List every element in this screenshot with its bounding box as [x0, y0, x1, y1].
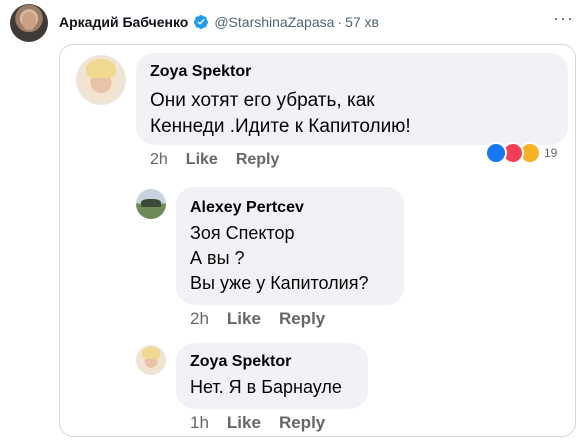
reaction-count: 19: [544, 146, 558, 160]
tweet-media-image[interactable]: Zoya Spektor Они хотят его убрать, как К…: [59, 44, 576, 437]
reaction-summary[interactable]: 19: [485, 142, 557, 164]
commenter-avatar: [76, 55, 126, 105]
author-avatar[interactable]: [10, 4, 48, 42]
comment-actions: 2h Like Reply: [150, 151, 279, 169]
like-link[interactable]: Like: [227, 413, 261, 433]
tweet-timestamp[interactable]: 57 хв: [345, 14, 379, 30]
author-handle[interactable]: @StarshinaZapasa: [214, 14, 334, 30]
comment-age: 2h: [190, 309, 209, 328]
comment-text-line: Кеннеди .Идите к Капитолию!: [150, 116, 411, 137]
comment-actions: 2h Like Reply: [190, 309, 325, 329]
comment-text-line: Они хотят его убрать, как: [150, 90, 375, 111]
more-dots-icon[interactable]: ···: [553, 9, 573, 30]
comment-text-line: А вы ?: [190, 248, 245, 268]
comment-text-line: Нет. Я в Барнауле: [190, 377, 342, 397]
comment-age: 2h: [150, 151, 168, 168]
commenter-avatar: [136, 345, 166, 375]
separator-dot: ·: [337, 14, 343, 30]
comment-text-line: Зоя Спектор: [190, 223, 295, 243]
like-link[interactable]: Like: [186, 151, 218, 169]
comment-author: Alexey Pertcev: [190, 199, 304, 216]
verified-badge-icon: [194, 15, 209, 29]
like-link[interactable]: Like: [227, 309, 261, 329]
comment-bubble: Zoya Spektor Они хотят его убрать, как К…: [136, 53, 568, 145]
reply-link[interactable]: Reply: [279, 413, 325, 433]
comment-author: Zoya Spektor: [150, 63, 252, 80]
reply-link[interactable]: Reply: [236, 151, 280, 169]
comment-age: 1h: [190, 413, 209, 432]
comment-text-line: Вы уже у Капитолия?: [190, 273, 369, 293]
commenter-avatar: [136, 189, 166, 219]
tweet-header: Аркадий Бабченко @StarshinaZapasa · 57 х…: [59, 12, 379, 32]
comment-actions: 1h Like Reply: [190, 413, 325, 433]
author-name[interactable]: Аркадий Бабченко: [59, 14, 188, 30]
comment-bubble: Zoya Spektor Нет. Я в Барнауле: [176, 343, 368, 409]
like-reaction-icon: [485, 142, 507, 164]
comment-bubble: Alexey Pertcev Зоя Спектор А вы ? Вы уже…: [176, 187, 404, 305]
reply-link[interactable]: Reply: [279, 309, 325, 329]
comment-author: Zoya Spektor: [190, 353, 292, 370]
